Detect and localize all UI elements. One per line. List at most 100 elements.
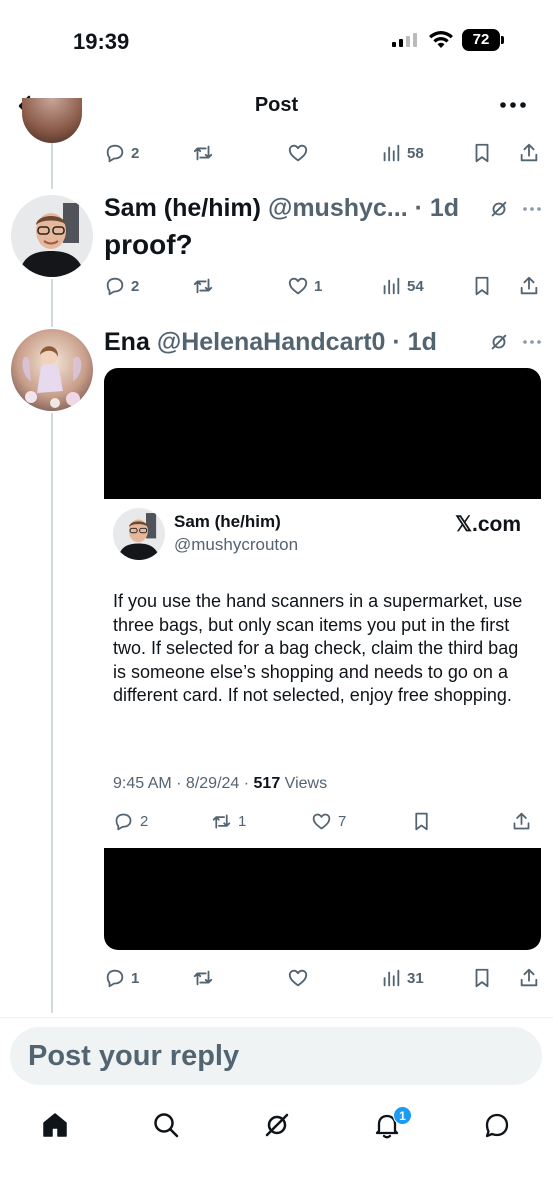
views-button[interactable]: 54 [380,272,424,300]
divider [0,1017,553,1018]
post-image[interactable]: Sam (he/him) @mushycrouton 𝕏.com If you … [104,368,541,950]
views-icon [383,277,400,295]
avatar[interactable] [22,98,82,143]
share-button[interactable] [518,272,540,300]
embedded-post-text: If you use the hand scanners in a superm… [113,591,523,705]
grok-icon[interactable] [488,198,510,220]
grok-icon[interactable] [262,1110,292,1140]
bottom-tab-bar [0,1100,553,1160]
reply-button[interactable]: 2 [104,139,139,167]
views-count: 54 [407,277,424,295]
repost-button[interactable] [192,272,214,300]
post-time: · 1d [414,194,460,222]
reply-icon [106,969,124,988]
display-name[interactable]: Ena [104,328,150,356]
reply-icon [106,277,124,296]
signal-icon [392,33,417,47]
post-actions: 2 1 54 [104,272,542,300]
user-handle[interactable]: @mushyc... [268,194,408,222]
share-icon [513,812,530,830]
post-actions: 2 58 [104,139,542,167]
views-button[interactable]: 58 [380,139,424,167]
like-button[interactable] [287,139,309,167]
embedded-repost-count: 1 [238,813,247,830]
share-button[interactable] [518,139,540,167]
messages-icon[interactable] [482,1110,512,1140]
embedded-share [511,811,532,832]
like-button[interactable] [287,964,309,992]
wifi-icon [429,31,453,48]
display-name[interactable]: Sam (he/him) [104,194,261,222]
home-icon[interactable] [40,1110,70,1140]
embedded-display-name: Sam (he/him) [174,512,281,531]
share-button[interactable] [518,964,540,992]
bookmark-button[interactable] [471,139,493,167]
embedded-timestamp: 9:45 AM · 8/29/24 · [113,775,254,792]
embedded-bookmark [411,811,432,832]
status-bar: 19:39 72 [0,0,553,80]
grok-icon[interactable] [488,331,510,353]
x-logo: 𝕏.com [455,513,521,536]
post-time: · 1d [392,328,437,356]
like-button[interactable]: 1 [287,272,322,300]
repost-button[interactable] [192,139,214,167]
share-icon [520,276,538,295]
heart-icon [288,144,308,162]
reply-button[interactable]: 2 [104,272,139,300]
reply-placeholder: Post your reply [28,1040,240,1072]
embedded-post-meta: 9:45 AM · 8/29/24 · 517 Views [113,775,327,793]
share-icon [520,968,538,987]
bookmark-icon [415,812,428,831]
post-header: Sam (he/him) @mushyc... · 1d [104,194,459,223]
bookmark-button[interactable] [471,272,493,300]
repost-icon [193,145,213,161]
more-options-icon[interactable] [522,339,542,345]
reply-count: 2 [131,144,140,162]
reply-count: 2 [131,277,140,295]
reply-button[interactable]: 1 [104,964,139,992]
like-count: 1 [314,277,323,295]
bookmark-icon [475,276,489,296]
bookmark-button[interactable] [471,964,493,992]
battery-indicator: 72 [462,29,504,51]
heart-icon [312,813,331,830]
heart-icon [288,969,308,987]
repost-icon [193,278,213,294]
views-button[interactable]: 31 [380,964,424,992]
thread-line [51,413,53,1013]
reply-input[interactable]: Post your reply [10,1027,542,1085]
heart-icon [288,277,308,295]
embedded-like-count: 7 [338,813,347,830]
reply-icon [106,144,124,163]
more-options-icon[interactable] [498,94,528,116]
post-actions: 1 31 [104,964,542,992]
reply-count: 1 [131,969,140,987]
status-time: 19:39 [73,29,130,54]
repost-icon [212,814,231,829]
embedded-avatar [113,508,165,560]
bookmark-icon [475,968,489,988]
repost-icon [193,970,213,986]
embedded-reply: 2 [113,811,148,832]
avatar[interactable] [11,329,93,411]
embedded-views-label: Views [280,775,328,792]
post-header: Ena @HelenaHandcart0 · 1d [104,328,437,357]
more-options-icon[interactable] [522,206,542,212]
post-text: proof? [104,229,193,260]
search-icon[interactable] [151,1110,181,1140]
embedded-reply-count: 2 [140,813,149,830]
embedded-repost: 1 [211,811,246,832]
user-handle[interactable]: @HelenaHandcart0 [157,328,386,356]
page-title: Post [254,94,299,116]
bookmark-icon [475,143,489,163]
header: Post [0,80,553,132]
embedded-post-screenshot: Sam (he/him) @mushycrouton 𝕏.com If you … [104,499,541,848]
views-count: 31 [407,969,424,987]
thread-line [51,279,53,327]
avatar[interactable] [11,195,93,277]
views-count: 58 [407,144,424,162]
repost-button[interactable] [192,964,214,992]
notification-badge: 1 [393,1106,412,1125]
views-icon [383,969,400,987]
embedded-post-actions: 2 1 7 [113,811,533,835]
